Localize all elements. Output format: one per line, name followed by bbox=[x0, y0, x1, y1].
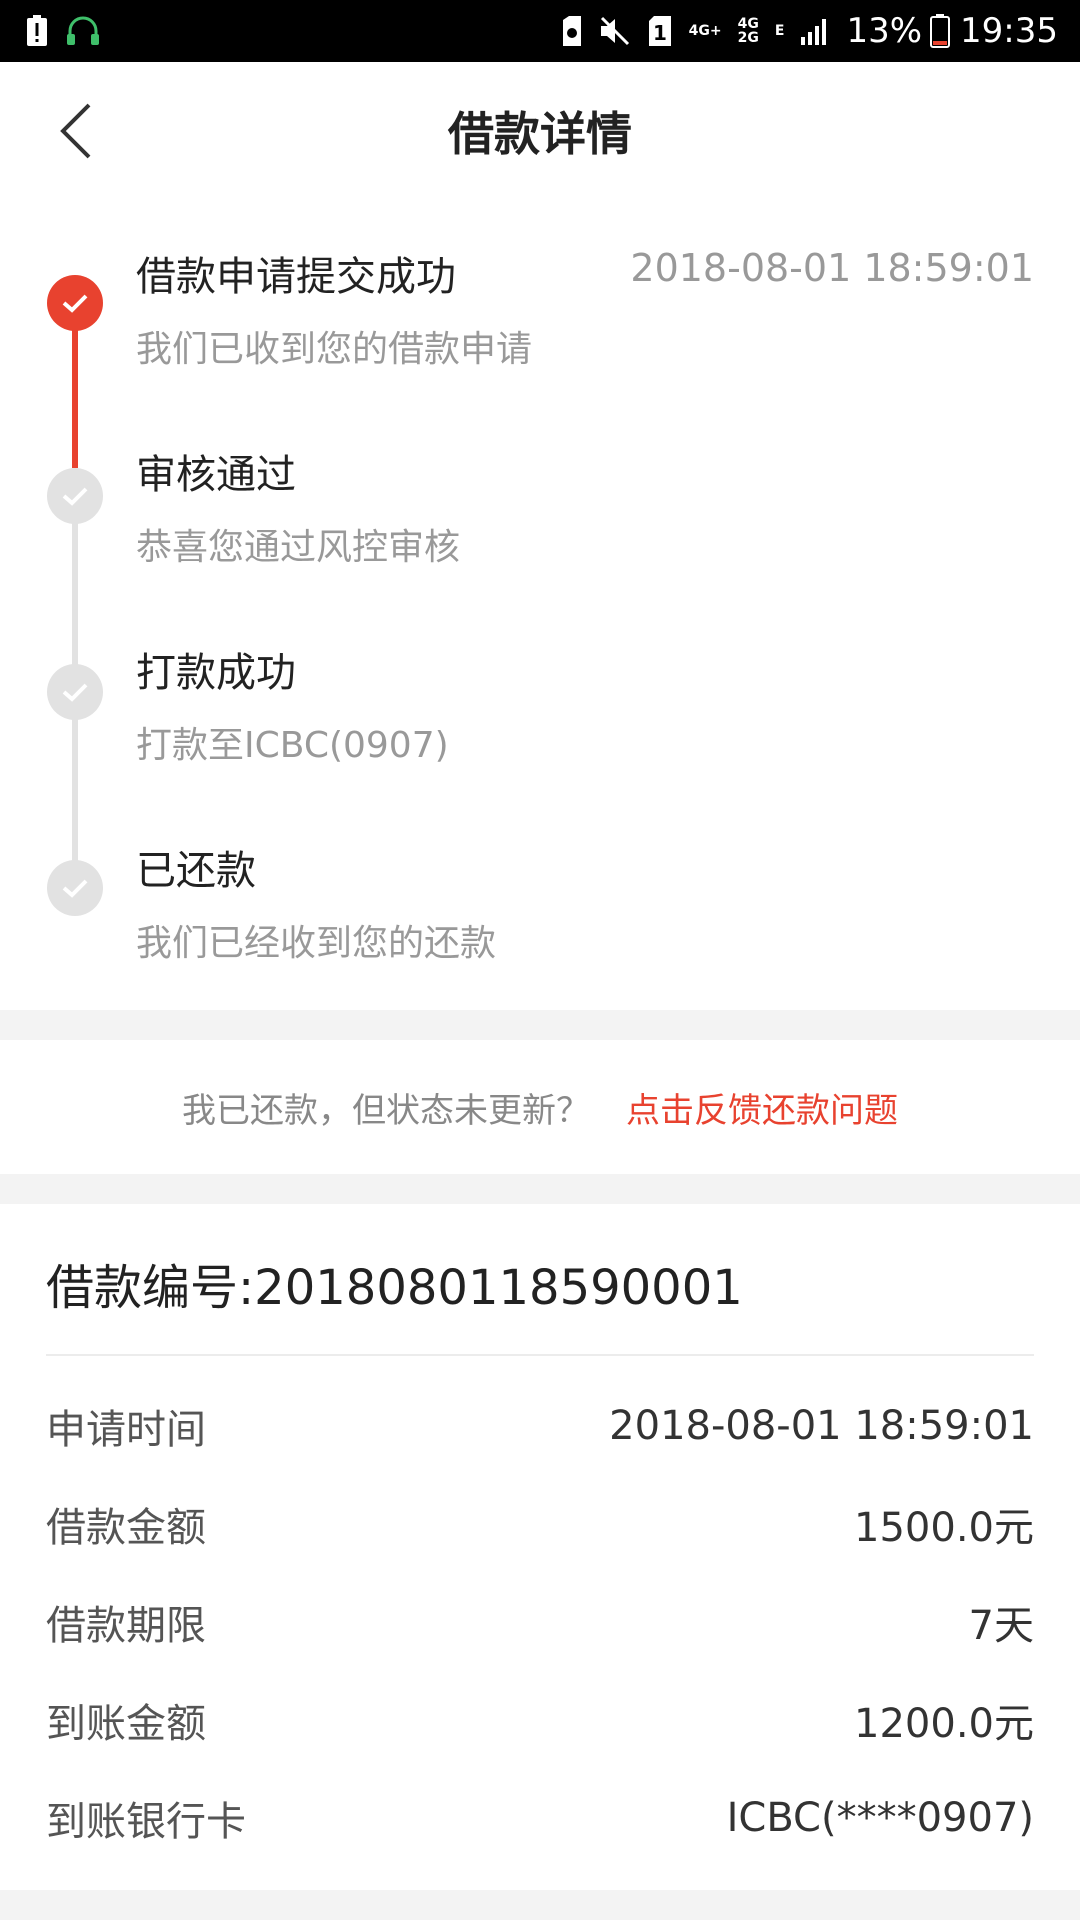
svg-text:1: 1 bbox=[653, 21, 667, 45]
timeline-step-1-title: 借款申请提交成功 bbox=[136, 254, 456, 300]
detail-value: 1500.0元 bbox=[854, 1505, 1034, 1551]
feedback-prompt: 我已还款，但状态未更新？ bbox=[182, 1090, 590, 1131]
detail-label: 借款金额 bbox=[46, 1505, 206, 1551]
app-header: 借款详情 bbox=[0, 62, 1080, 198]
sim-1-icon: 1 bbox=[647, 16, 673, 46]
network-label-e: E bbox=[774, 23, 785, 39]
detail-row-loan-term: 借款期限 7天 bbox=[46, 1592, 1034, 1652]
network-indicator-4g-2g: 4G 2G bbox=[738, 17, 759, 45]
battery-icon bbox=[930, 14, 951, 48]
network-label-4g: 4G bbox=[737, 16, 759, 32]
detail-value: 2018-08-01 18:59:01 bbox=[609, 1403, 1034, 1449]
detail-row-bank-card: 到账银行卡 ICBC(****0907) bbox=[46, 1788, 1034, 1848]
timeline-step-4-title: 已还款 bbox=[136, 848, 256, 894]
clock: 19:35 bbox=[960, 11, 1058, 51]
detail-row-received-amount: 到账金额 1200.0元 bbox=[46, 1690, 1034, 1750]
feedback-link[interactable]: 点击反馈还款问题 bbox=[626, 1083, 898, 1132]
detail-label: 申请时间 bbox=[46, 1407, 206, 1453]
network-indicator-4g-plus: 4G+ bbox=[689, 24, 722, 38]
timeline-step-3-desc: 打款至ICBC(0907) bbox=[136, 725, 449, 766]
status-bar: 1 4G+ 4G 2G E 13% 19:35 bbox=[0, 0, 1080, 62]
timeline-step-1-time: 2018-08-01 18:59:01 bbox=[630, 246, 1034, 290]
timeline-step-4-check-icon bbox=[47, 860, 103, 916]
timeline-step-4-desc: 我们已经收到您的还款 bbox=[136, 923, 497, 964]
sim-icon bbox=[561, 16, 583, 46]
detail-label: 借款期限 bbox=[46, 1603, 206, 1649]
timeline-step-1-check-icon bbox=[47, 275, 103, 331]
signal-icon bbox=[800, 17, 830, 45]
timeline-step-2-check-icon bbox=[47, 468, 103, 524]
mute-icon bbox=[599, 16, 631, 46]
detail-value: 7天 bbox=[968, 1603, 1034, 1649]
detail-label: 到账金额 bbox=[46, 1701, 206, 1747]
loan-details-card: 借款编号:2018080118590001 申请时间 2018-08-01 18… bbox=[0, 1204, 1080, 1890]
divider bbox=[46, 1354, 1034, 1356]
detail-value: ICBC(****0907) bbox=[726, 1795, 1034, 1841]
timeline-step-3-check-icon bbox=[47, 664, 103, 720]
page-title: 借款详情 bbox=[448, 107, 632, 161]
network-indicator-e: E bbox=[775, 24, 785, 38]
battery-percent: 13% bbox=[846, 11, 923, 51]
alert-icon bbox=[26, 15, 48, 47]
loan-status-timeline: 借款申请提交成功 2018-08-01 18:59:01 我们已收到您的借款申请… bbox=[0, 198, 1080, 1010]
network-label-2g: 2G bbox=[737, 30, 759, 46]
repayment-feedback-row: 我已还款，但状态未更新？ 点击反馈还款问题 bbox=[0, 1040, 1080, 1174]
detail-row-apply-time: 申请时间 2018-08-01 18:59:01 bbox=[46, 1396, 1034, 1456]
timeline-step-3-title: 打款成功 bbox=[136, 650, 296, 696]
status-bar-left bbox=[26, 15, 118, 47]
status-bar-right: 1 4G+ 4G 2G E 13% 19:35 bbox=[561, 11, 1058, 51]
detail-row-loan-amount: 借款金额 1500.0元 bbox=[46, 1494, 1034, 1554]
headset-icon bbox=[66, 16, 100, 46]
timeline-step-2-title: 审核通过 bbox=[136, 452, 296, 498]
timeline-step-2-desc: 恭喜您通过风控审核 bbox=[136, 527, 461, 568]
timeline-step-1-desc: 我们已收到您的借款申请 bbox=[136, 329, 533, 370]
detail-label: 到账银行卡 bbox=[46, 1799, 246, 1845]
detail-value: 1200.0元 bbox=[854, 1701, 1034, 1747]
loan-number: 借款编号:2018080118590001 bbox=[46, 1260, 743, 1316]
network-label-4g-plus: 4G+ bbox=[688, 23, 722, 39]
